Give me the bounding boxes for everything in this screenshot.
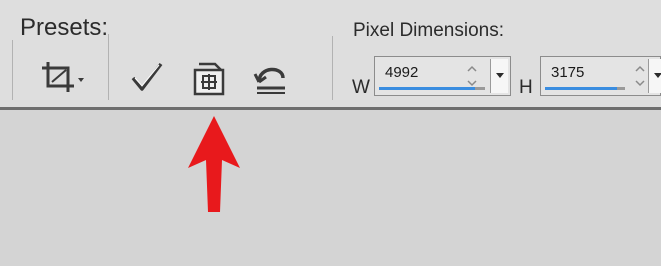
pixel-dimensions-label: Pixel Dimensions:	[353, 20, 504, 41]
toolbar-bottom-rule	[0, 107, 661, 110]
toolbar-separator	[12, 40, 13, 100]
height-dropdown-button[interactable]	[648, 59, 661, 93]
toolbar-separator	[108, 34, 109, 100]
width-dropdown-button[interactable]	[490, 59, 508, 93]
annotation-arrow-icon	[184, 112, 244, 216]
crop-preset-icon[interactable]	[38, 58, 92, 96]
height-stepper[interactable]	[633, 59, 647, 93]
height-value: 3175	[551, 64, 585, 81]
width-field-underline	[379, 87, 475, 90]
width-field[interactable]: 4992	[374, 56, 511, 96]
toolbar-separator	[332, 36, 333, 100]
width-value: 4992	[385, 64, 419, 81]
height-field-underline-rest	[617, 87, 625, 90]
height-field-underline	[545, 87, 617, 90]
height-label: H	[519, 77, 533, 98]
height-field[interactable]: 3175	[540, 56, 661, 96]
width-field-underline-rest	[475, 87, 485, 90]
check-icon[interactable]	[130, 60, 164, 94]
undo-icon[interactable]	[251, 60, 291, 96]
presets-label: Presets:	[20, 14, 109, 41]
width-label: W	[352, 77, 370, 98]
options-toolbar: Presets: Pixel Dimensions: W 4992 H 3175	[0, 0, 661, 108]
straighten-icon[interactable]	[189, 60, 229, 98]
